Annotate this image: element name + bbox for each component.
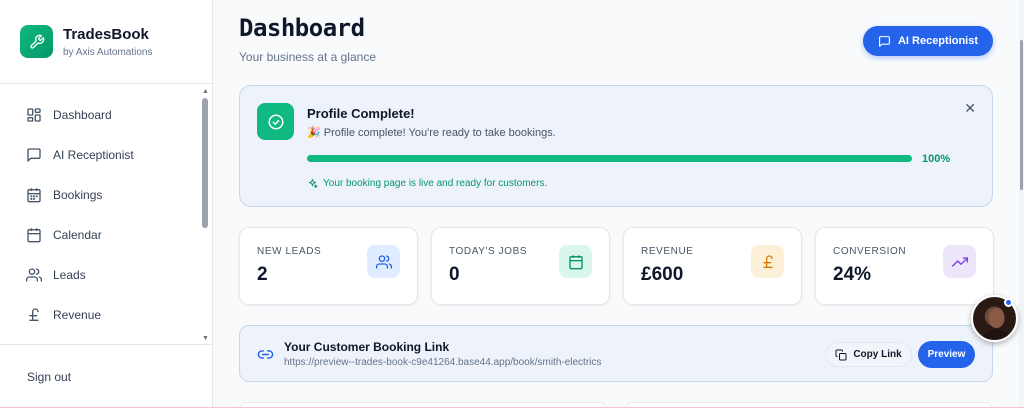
stat-label: TODAY'S JOBS xyxy=(449,246,528,257)
pound-icon xyxy=(751,245,784,278)
page-title: Dashboard xyxy=(239,14,365,42)
sidebar-item-leads[interactable]: Leads xyxy=(0,255,200,295)
scrollbar-thumb[interactable] xyxy=(202,98,208,228)
sidebar-item-label: AI Receptionist xyxy=(53,148,134,162)
users-icon xyxy=(367,245,400,278)
brand-subtitle: by Axis Automations xyxy=(63,46,153,58)
message-square-icon xyxy=(27,148,41,162)
stat-label: REVENUE xyxy=(641,246,694,257)
scroll-up-icon[interactable]: ▲ xyxy=(202,88,209,95)
booking-live-text: Your booking page is live and ready for … xyxy=(323,178,548,189)
stat-value: £600 xyxy=(641,264,684,285)
stat-value: 2 xyxy=(257,264,268,285)
copy-icon xyxy=(835,349,847,360)
profile-complete-card: Profile Complete! 🎉 Profile complete! Yo… xyxy=(239,85,993,207)
calendar-icon xyxy=(27,228,41,243)
profile-card-message: 🎉 Profile complete! You're ready to take… xyxy=(307,127,556,139)
sidebar-item-label: Dashboard xyxy=(53,108,112,122)
scroll-down-icon[interactable]: ▼ xyxy=(202,335,209,342)
page-scrollbar[interactable] xyxy=(1019,0,1024,407)
bottom-edge xyxy=(0,407,1024,417)
trending-up-icon xyxy=(943,245,976,278)
sidebar-item-label: Calendar xyxy=(53,228,102,242)
sidebar-scrollbar[interactable]: ▲ ▼ xyxy=(201,88,209,342)
link-icon xyxy=(257,350,274,359)
stat-card-conversion: CONVERSION 24% xyxy=(815,227,994,305)
brand: TradesBook by Axis Automations xyxy=(0,0,212,84)
stat-card-revenue: REVENUE £600 xyxy=(623,227,802,305)
profile-card-title: Profile Complete! xyxy=(307,106,415,121)
stat-value: 24% xyxy=(833,264,872,285)
page-subtitle: Your business at a glance xyxy=(239,50,376,64)
sidebar-item-ai-receptionist[interactable]: AI Receptionist xyxy=(0,135,200,175)
close-icon[interactable]: ✕ xyxy=(964,100,976,117)
sidebar-item-label: Leads xyxy=(53,268,86,282)
sidebar-nav: Dashboard AI Receptionist Bookings Calen… xyxy=(0,95,200,335)
pound-icon xyxy=(29,308,39,321)
profile-progress-fill xyxy=(307,155,912,162)
sparkles-icon xyxy=(308,178,318,189)
brand-name: TradesBook xyxy=(63,25,149,43)
profile-progress-label: 100% xyxy=(922,153,951,165)
main-content: Dashboard Your business at a glance AI R… xyxy=(213,0,1019,412)
stat-label: NEW LEADS xyxy=(257,246,322,257)
sidebar-footer: Sign out xyxy=(0,344,213,407)
sidebar: TradesBook by Axis Automations Dashboard… xyxy=(0,0,213,407)
ai-receptionist-button-label: AI Receptionist xyxy=(897,35,979,47)
profile-progress-bar xyxy=(307,155,912,162)
sidebar-item-dashboard[interactable]: Dashboard xyxy=(0,95,200,135)
calendar-days-icon xyxy=(27,188,41,203)
sidebar-item-label: Bookings xyxy=(53,188,103,202)
sign-out-link[interactable]: Sign out xyxy=(27,370,71,384)
stat-value: 0 xyxy=(449,264,460,285)
users-icon xyxy=(26,268,42,282)
booking-link-title: Your Customer Booking Link xyxy=(284,340,450,354)
stat-card-new-leads: NEW LEADS 2 xyxy=(239,227,418,305)
preview-button[interactable]: Preview xyxy=(918,341,975,368)
calendar-icon xyxy=(559,245,592,278)
booking-link-card: Your Customer Booking Link https://previ… xyxy=(239,325,993,382)
wrench-icon xyxy=(20,25,53,58)
sidebar-item-revenue[interactable]: Revenue xyxy=(0,295,200,335)
copy-link-label: Copy Link xyxy=(853,349,902,360)
message-square-icon xyxy=(879,35,890,47)
booking-live-note: Your booking page is live and ready for … xyxy=(307,178,547,189)
stat-card-todays-jobs: TODAY'S JOBS 0 xyxy=(431,227,610,305)
ai-receptionist-button[interactable]: AI Receptionist xyxy=(863,26,993,56)
dashboard-icon xyxy=(27,108,41,122)
stat-label: CONVERSION xyxy=(833,246,907,257)
booking-link-url: https://preview--trades-book-c9e41264.ba… xyxy=(284,357,602,368)
sidebar-item-calendar[interactable]: Calendar xyxy=(0,215,200,255)
sidebar-item-bookings[interactable]: Bookings xyxy=(0,175,200,215)
status-dot xyxy=(1004,298,1013,307)
check-circle-icon xyxy=(257,103,294,140)
copy-link-button[interactable]: Copy Link xyxy=(825,342,912,367)
page-scrollbar-thumb[interactable] xyxy=(1020,40,1023,190)
sidebar-item-label: Revenue xyxy=(53,308,102,322)
